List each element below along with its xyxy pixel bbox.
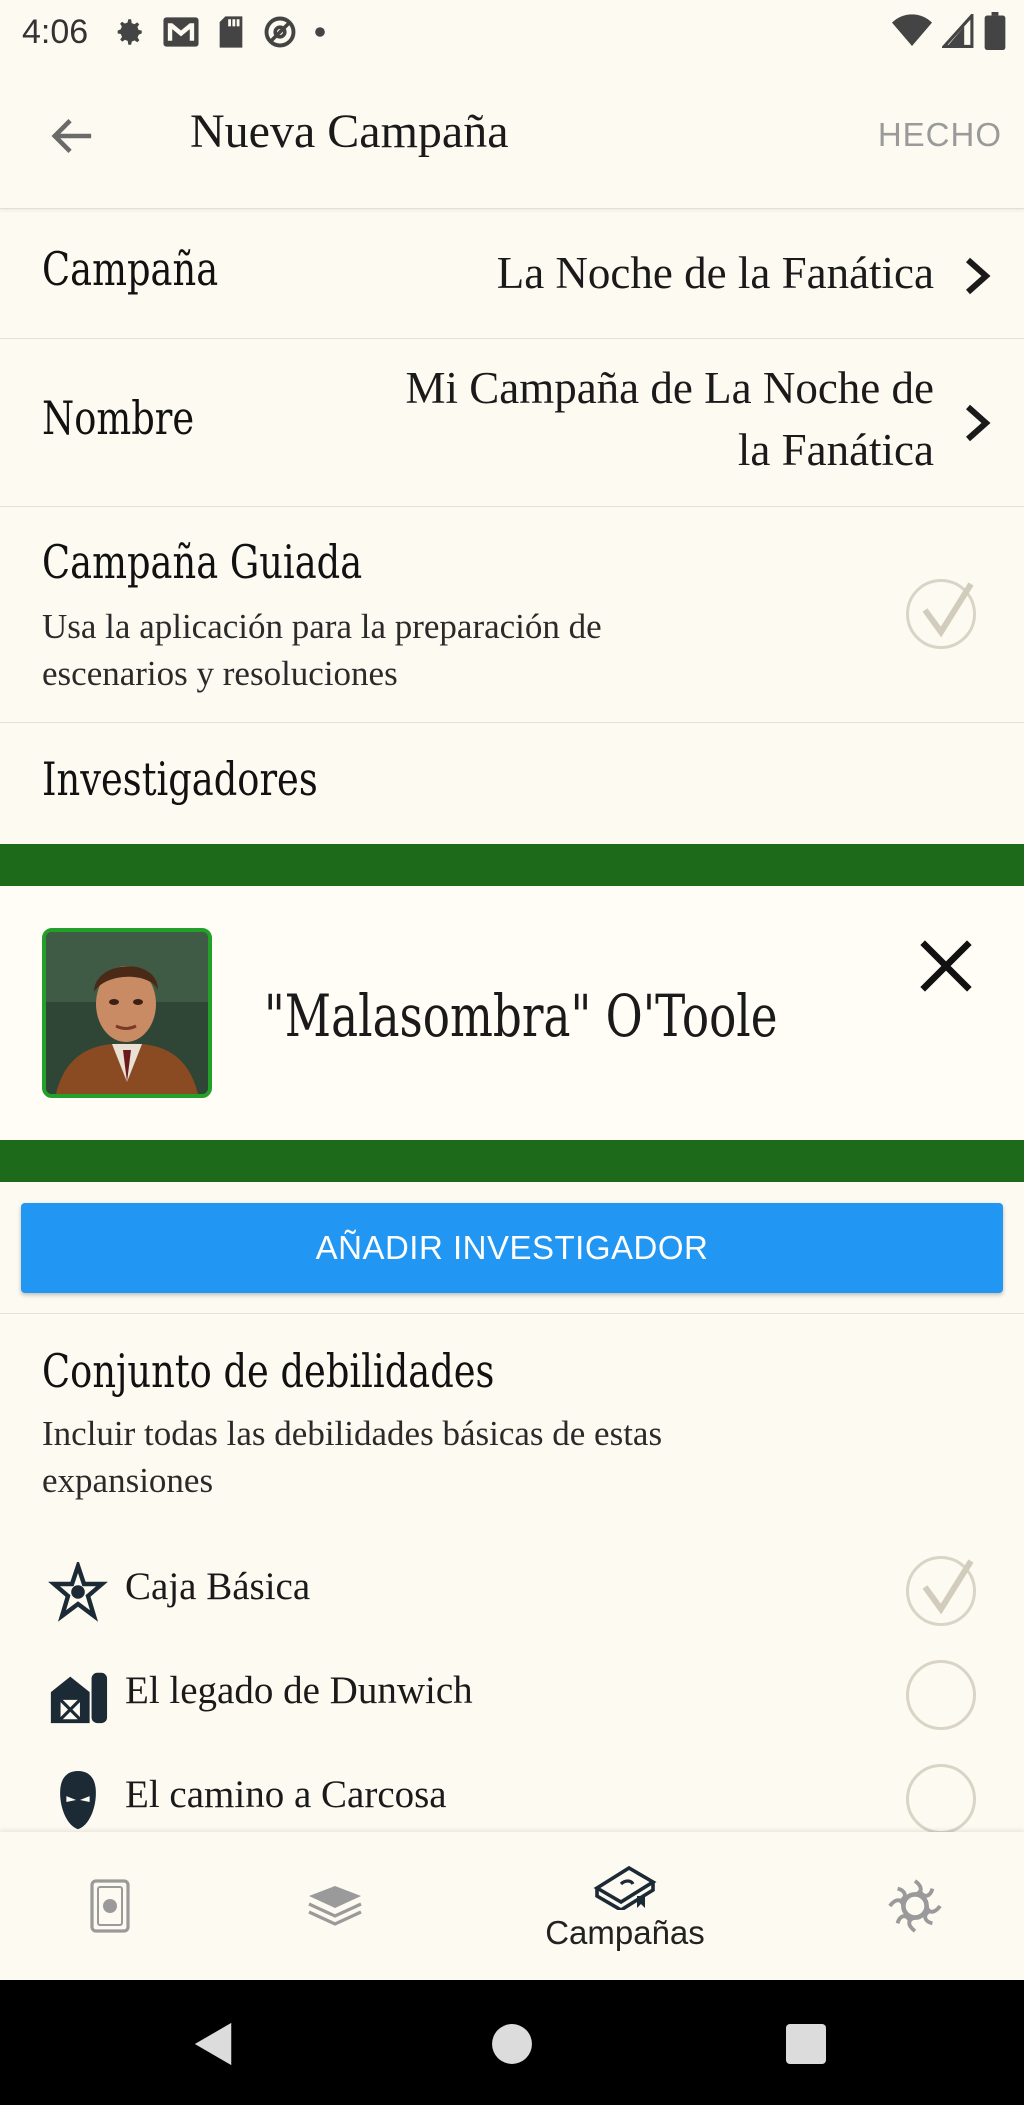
guided-description-line1: Usa la aplicación para la preparación de bbox=[42, 607, 602, 646]
notification-dot-icon bbox=[315, 27, 325, 37]
checkmark-icon bbox=[922, 582, 974, 638]
investigator-card[interactable]: "Malasombra" O'Toole bbox=[0, 886, 1024, 1140]
done-button[interactable]: HECHO bbox=[878, 116, 1002, 154]
nav-item-decks[interactable] bbox=[280, 1832, 390, 1980]
expansion-row-core-set[interactable]: Caja Básica bbox=[0, 1540, 1024, 1640]
divider bbox=[0, 1313, 1024, 1314]
nav-item-settings[interactable] bbox=[860, 1832, 970, 1980]
weakness-description-line2: expansiones bbox=[42, 1461, 214, 1500]
gear-icon bbox=[117, 19, 142, 45]
name-value: Mi Campaña de La Noche de la Fanática bbox=[405, 357, 934, 481]
expansion-label: El legado de Dunwich bbox=[125, 1669, 473, 1712]
dunwich-icon bbox=[46, 1664, 110, 1728]
investigator-avatar bbox=[42, 928, 212, 1098]
battery-icon bbox=[984, 12, 1006, 50]
status-bar: 4:06 bbox=[0, 0, 1024, 64]
sd-card-icon bbox=[219, 16, 243, 48]
guided-description-line2: escenarios y resoluciones bbox=[42, 654, 398, 693]
expansion-row-dunwich[interactable]: El legado de Dunwich bbox=[0, 1644, 1024, 1744]
investigator-portrait-icon bbox=[46, 932, 208, 1094]
guided-campaign-row[interactable]: Campaña Guiada Usa la aplicación para la… bbox=[0, 507, 1024, 722]
weakness-set-heading: Conjunto de debilidades bbox=[42, 1344, 495, 1398]
guided-campaign-description: Usa la aplicación para la preparación de… bbox=[42, 603, 602, 697]
expansion-label: Caja Básica bbox=[125, 1565, 311, 1608]
expansion-label: El camino a Carcosa bbox=[125, 1773, 447, 1816]
system-back-button[interactable] bbox=[186, 2016, 242, 2072]
guided-campaign-label: Campaña Guiada bbox=[42, 535, 363, 589]
add-investigator-button[interactable]: AÑADIR INVESTIGADOR bbox=[21, 1203, 1003, 1293]
mail-icon bbox=[163, 17, 199, 47]
weakness-set-description: Incluir todas las debilidades básicas de… bbox=[42, 1410, 662, 1504]
weakness-description-line1: Incluir todas las debilidades básicas de… bbox=[42, 1414, 663, 1453]
name-value-line1: Mi Campaña de La Noche de bbox=[405, 363, 934, 413]
investigators-heading: Investigadores bbox=[42, 752, 318, 806]
cards-icon bbox=[90, 1879, 130, 1933]
back-button[interactable] bbox=[44, 112, 100, 160]
chevron-right-icon bbox=[966, 257, 991, 295]
triangle-back-icon bbox=[194, 2022, 232, 2066]
core-set-icon bbox=[46, 1560, 110, 1624]
decks-icon bbox=[308, 1886, 362, 1926]
investigator-card-top-bar bbox=[0, 844, 1024, 886]
square-recents-icon bbox=[786, 2024, 826, 2064]
signal-icon bbox=[942, 14, 974, 48]
system-home-button[interactable] bbox=[484, 2016, 540, 2072]
close-icon bbox=[920, 940, 972, 992]
remove-investigator-button[interactable] bbox=[906, 926, 986, 1006]
arrow-left-icon bbox=[51, 119, 92, 153]
carcosa-icon bbox=[46, 1768, 110, 1832]
nav-item-campaigns[interactable]: Campañas bbox=[525, 1832, 725, 1980]
campaign-row[interactable]: Campaña La Noche de la Fanática bbox=[0, 210, 1024, 338]
investigator-name: "Malasombra" O'Toole bbox=[264, 982, 778, 1050]
name-label: Nombre bbox=[42, 391, 195, 445]
nav-label-campaigns: Campañas bbox=[545, 1914, 705, 1951]
name-value-line2: la Fanática bbox=[737, 425, 934, 475]
toolbar: Nueva Campaña HECHO bbox=[0, 64, 1024, 209]
campaign-value: La Noche de la Fanática bbox=[496, 248, 934, 298]
campaigns-icon bbox=[593, 1865, 657, 1910]
guided-campaign-checkbox[interactable] bbox=[906, 579, 976, 649]
campaign-label: Campaña bbox=[42, 242, 219, 296]
wifi-icon bbox=[892, 14, 932, 46]
system-navigation-bar bbox=[0, 1980, 1024, 2105]
page-title: Nueva Campaña bbox=[190, 105, 509, 158]
status-time: 4:06 bbox=[22, 12, 89, 51]
bottom-navigation: Campañas bbox=[0, 1832, 1024, 1980]
circle-home-icon bbox=[492, 2024, 532, 2064]
investigator-card-bottom-bar bbox=[0, 1140, 1024, 1182]
name-row[interactable]: Nombre Mi Campaña de La Noche de la Faná… bbox=[0, 339, 1024, 505]
chevron-right-icon bbox=[966, 404, 991, 442]
divider bbox=[0, 722, 1024, 723]
at-sign-icon bbox=[264, 16, 296, 48]
nav-item-cards[interactable] bbox=[60, 1832, 160, 1980]
checkmark-icon bbox=[922, 1559, 974, 1615]
carcosa-checkbox[interactable] bbox=[906, 1764, 976, 1834]
core-set-checkbox[interactable] bbox=[906, 1556, 976, 1626]
dunwich-checkbox[interactable] bbox=[906, 1660, 976, 1730]
system-recents-button[interactable] bbox=[778, 2016, 834, 2072]
settings-icon bbox=[888, 1879, 942, 1933]
